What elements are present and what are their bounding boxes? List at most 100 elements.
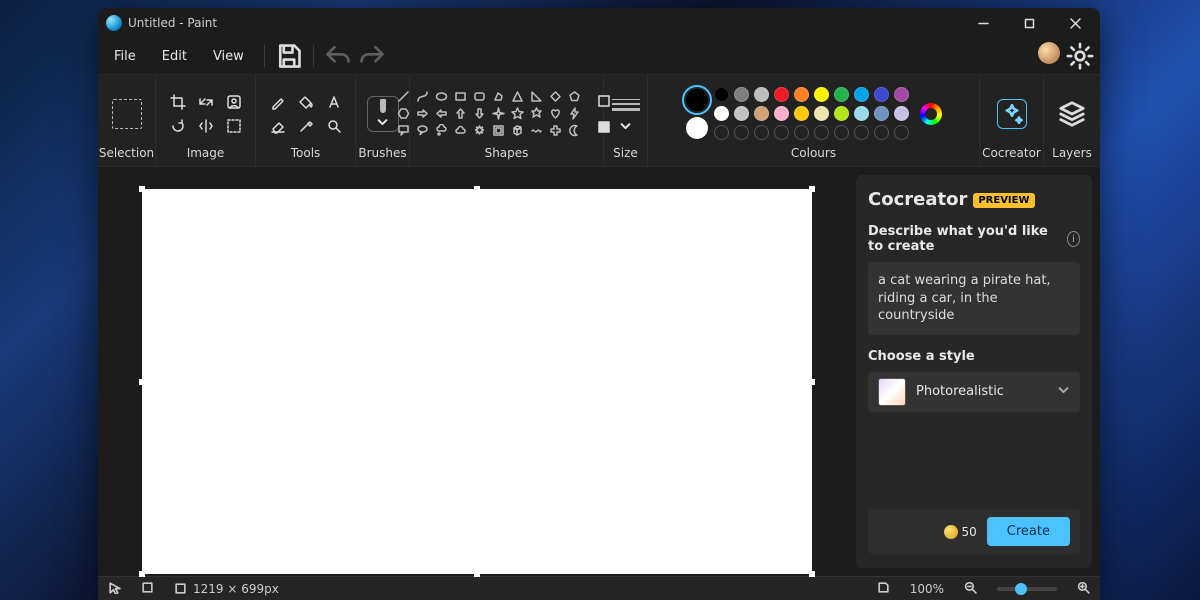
resize-tool[interactable] (193, 91, 219, 113)
save-icon[interactable] (275, 42, 303, 70)
shape-hex[interactable] (397, 107, 411, 121)
shape-line[interactable] (397, 90, 411, 104)
eraser-tool[interactable] (265, 115, 291, 137)
account-avatar[interactable] (1038, 42, 1060, 64)
shape-burst[interactable] (473, 124, 487, 138)
shape-callrect[interactable] (397, 124, 411, 138)
swatch-empty[interactable] (754, 125, 769, 140)
create-button[interactable]: Create (987, 517, 1070, 546)
swatch[interactable] (714, 87, 729, 102)
swatch[interactable] (894, 87, 909, 102)
fill-tool[interactable] (293, 91, 319, 113)
swatch-empty[interactable] (894, 125, 909, 140)
zoom-out[interactable] (964, 581, 977, 597)
canvas[interactable] (142, 189, 812, 574)
swatch[interactable] (894, 106, 909, 121)
picker-tool[interactable] (293, 115, 319, 137)
undo-icon[interactable] (324, 42, 352, 70)
maximize-button[interactable] (1006, 8, 1052, 38)
close-button[interactable] (1052, 8, 1098, 38)
swatch-empty[interactable] (874, 125, 889, 140)
shape-rtri[interactable] (530, 90, 544, 104)
swatch[interactable] (814, 106, 829, 121)
shape-roundrect[interactable] (473, 90, 487, 104)
shape-moon[interactable] (568, 124, 582, 138)
style-picker[interactable]: Photorealistic (868, 372, 1080, 412)
swatch[interactable] (814, 87, 829, 102)
canvas-tool[interactable] (221, 115, 247, 137)
swatch-empty[interactable] (734, 125, 749, 140)
menu-edit[interactable]: Edit (152, 43, 197, 70)
swatch[interactable] (854, 87, 869, 102)
shape-star6[interactable] (530, 107, 544, 121)
zoom-slider[interactable] (997, 587, 1057, 591)
info-icon[interactable]: i (1067, 231, 1080, 247)
shape-curve[interactable] (416, 90, 430, 104)
swatch-empty[interactable] (834, 125, 849, 140)
shape-callround[interactable] (416, 124, 430, 138)
shape-plus[interactable] (549, 124, 563, 138)
swatch-empty[interactable] (854, 125, 869, 140)
color-secondary[interactable] (686, 117, 708, 139)
swatch[interactable] (774, 106, 789, 121)
pencil-tool[interactable] (265, 91, 291, 113)
text-tool[interactable] (321, 91, 347, 113)
shape-cloud[interactable] (454, 124, 468, 138)
swatch[interactable] (794, 87, 809, 102)
swatch[interactable] (834, 106, 849, 121)
cocreator-button[interactable] (997, 99, 1027, 129)
shapes-gallery[interactable] (397, 90, 583, 138)
swatch[interactable] (854, 106, 869, 121)
magnify-tool[interactable] (321, 115, 347, 137)
swatch[interactable] (714, 106, 729, 121)
swatch[interactable] (734, 106, 749, 121)
layers-button[interactable] (1057, 99, 1087, 129)
shape-arrowd[interactable] (473, 107, 487, 121)
shape-3d[interactable] (511, 124, 525, 138)
shape-callcloud[interactable] (435, 124, 449, 138)
crop-tool[interactable] (165, 91, 191, 113)
swatch[interactable] (874, 87, 889, 102)
shape-frame[interactable] (492, 124, 506, 138)
rotate-tool[interactable] (165, 115, 191, 137)
shape-poly[interactable] (492, 90, 506, 104)
select-tool[interactable] (112, 99, 142, 129)
color-primary[interactable] (686, 89, 708, 111)
zoom-in[interactable] (1077, 581, 1090, 597)
bg-remove-tool[interactable] (221, 91, 247, 113)
swatch[interactable] (734, 87, 749, 102)
size-picker[interactable] (612, 95, 640, 132)
swatch-empty[interactable] (814, 125, 829, 140)
shape-arrowl[interactable] (435, 107, 449, 121)
settings-icon[interactable] (1066, 42, 1094, 70)
shape-heart[interactable] (549, 107, 563, 121)
swatch-empty[interactable] (714, 125, 729, 140)
swatch-empty[interactable] (774, 125, 789, 140)
menu-file[interactable]: File (104, 43, 146, 70)
shape-star4[interactable] (492, 107, 506, 121)
edit-colors[interactable] (920, 103, 942, 125)
shape-arrowr[interactable] (416, 107, 430, 121)
swatch[interactable] (794, 106, 809, 121)
shape-star5[interactable] (511, 107, 525, 121)
shape-tri[interactable] (511, 90, 525, 104)
redo-icon[interactable] (358, 42, 386, 70)
swatch[interactable] (754, 106, 769, 121)
shape-arrowu[interactable] (454, 107, 468, 121)
swatch[interactable] (774, 87, 789, 102)
shape-diamond[interactable] (549, 90, 563, 104)
shape-rect[interactable] (454, 90, 468, 104)
swatch[interactable] (834, 87, 849, 102)
swatch[interactable] (874, 106, 889, 121)
menu-view[interactable]: View (203, 43, 254, 70)
swatch-empty[interactable] (794, 125, 809, 140)
shape-wave[interactable] (530, 124, 544, 138)
shape-bolt[interactable] (568, 107, 582, 121)
minimize-button[interactable] (960, 8, 1006, 38)
shape-oval[interactable] (435, 90, 449, 104)
prompt-input[interactable]: a cat wearing a pirate hat, riding a car… (868, 262, 1080, 335)
flip-tool[interactable] (193, 115, 219, 137)
shape-pent[interactable] (568, 90, 582, 104)
ribbon: Selection Image (98, 74, 1100, 167)
swatch[interactable] (754, 87, 769, 102)
